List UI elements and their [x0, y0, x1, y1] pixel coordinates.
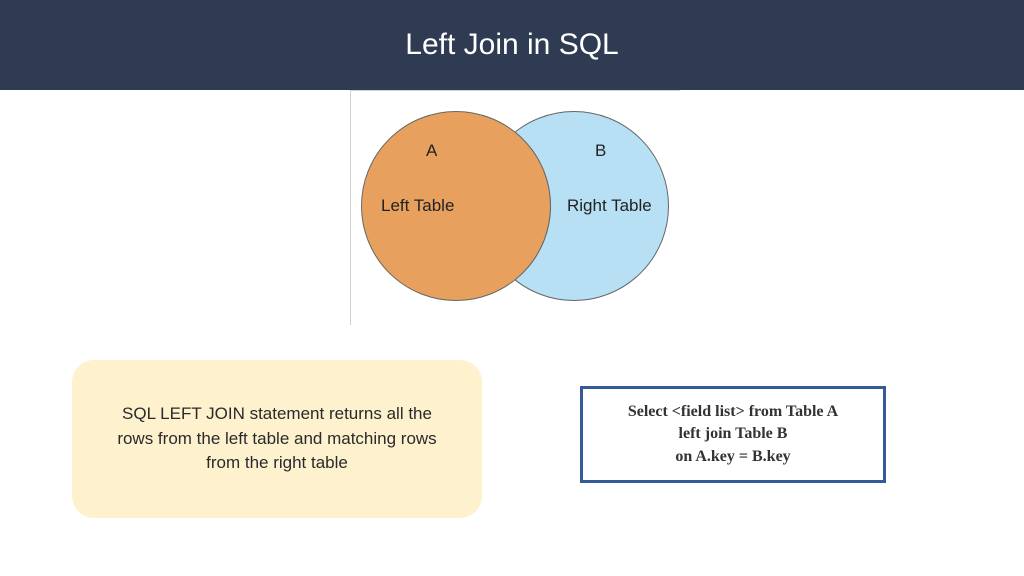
venn-diagram-frame: A B Left Table Right Table	[350, 90, 680, 325]
slide-header: Left Join in SQL	[0, 0, 1024, 90]
venn-diagram: A B Left Table Right Table	[351, 91, 681, 326]
description-callout: SQL LEFT JOIN statement returns all the …	[72, 360, 482, 518]
venn-label-a: A	[426, 141, 437, 161]
sql-code-box: Select <field list> from Table A left jo…	[580, 386, 886, 483]
venn-label-right-table: Right Table	[567, 196, 652, 216]
slide-title: Left Join in SQL	[405, 28, 618, 62]
description-text: SQL LEFT JOIN statement returns all the …	[102, 402, 452, 476]
venn-label-b: B	[595, 141, 606, 161]
sql-line-3: on A.key = B.key	[597, 446, 869, 468]
venn-label-left-table: Left Table	[381, 196, 454, 216]
sql-line-2: left join Table B	[597, 423, 869, 445]
sql-line-1: Select <field list> from Table A	[597, 401, 869, 423]
